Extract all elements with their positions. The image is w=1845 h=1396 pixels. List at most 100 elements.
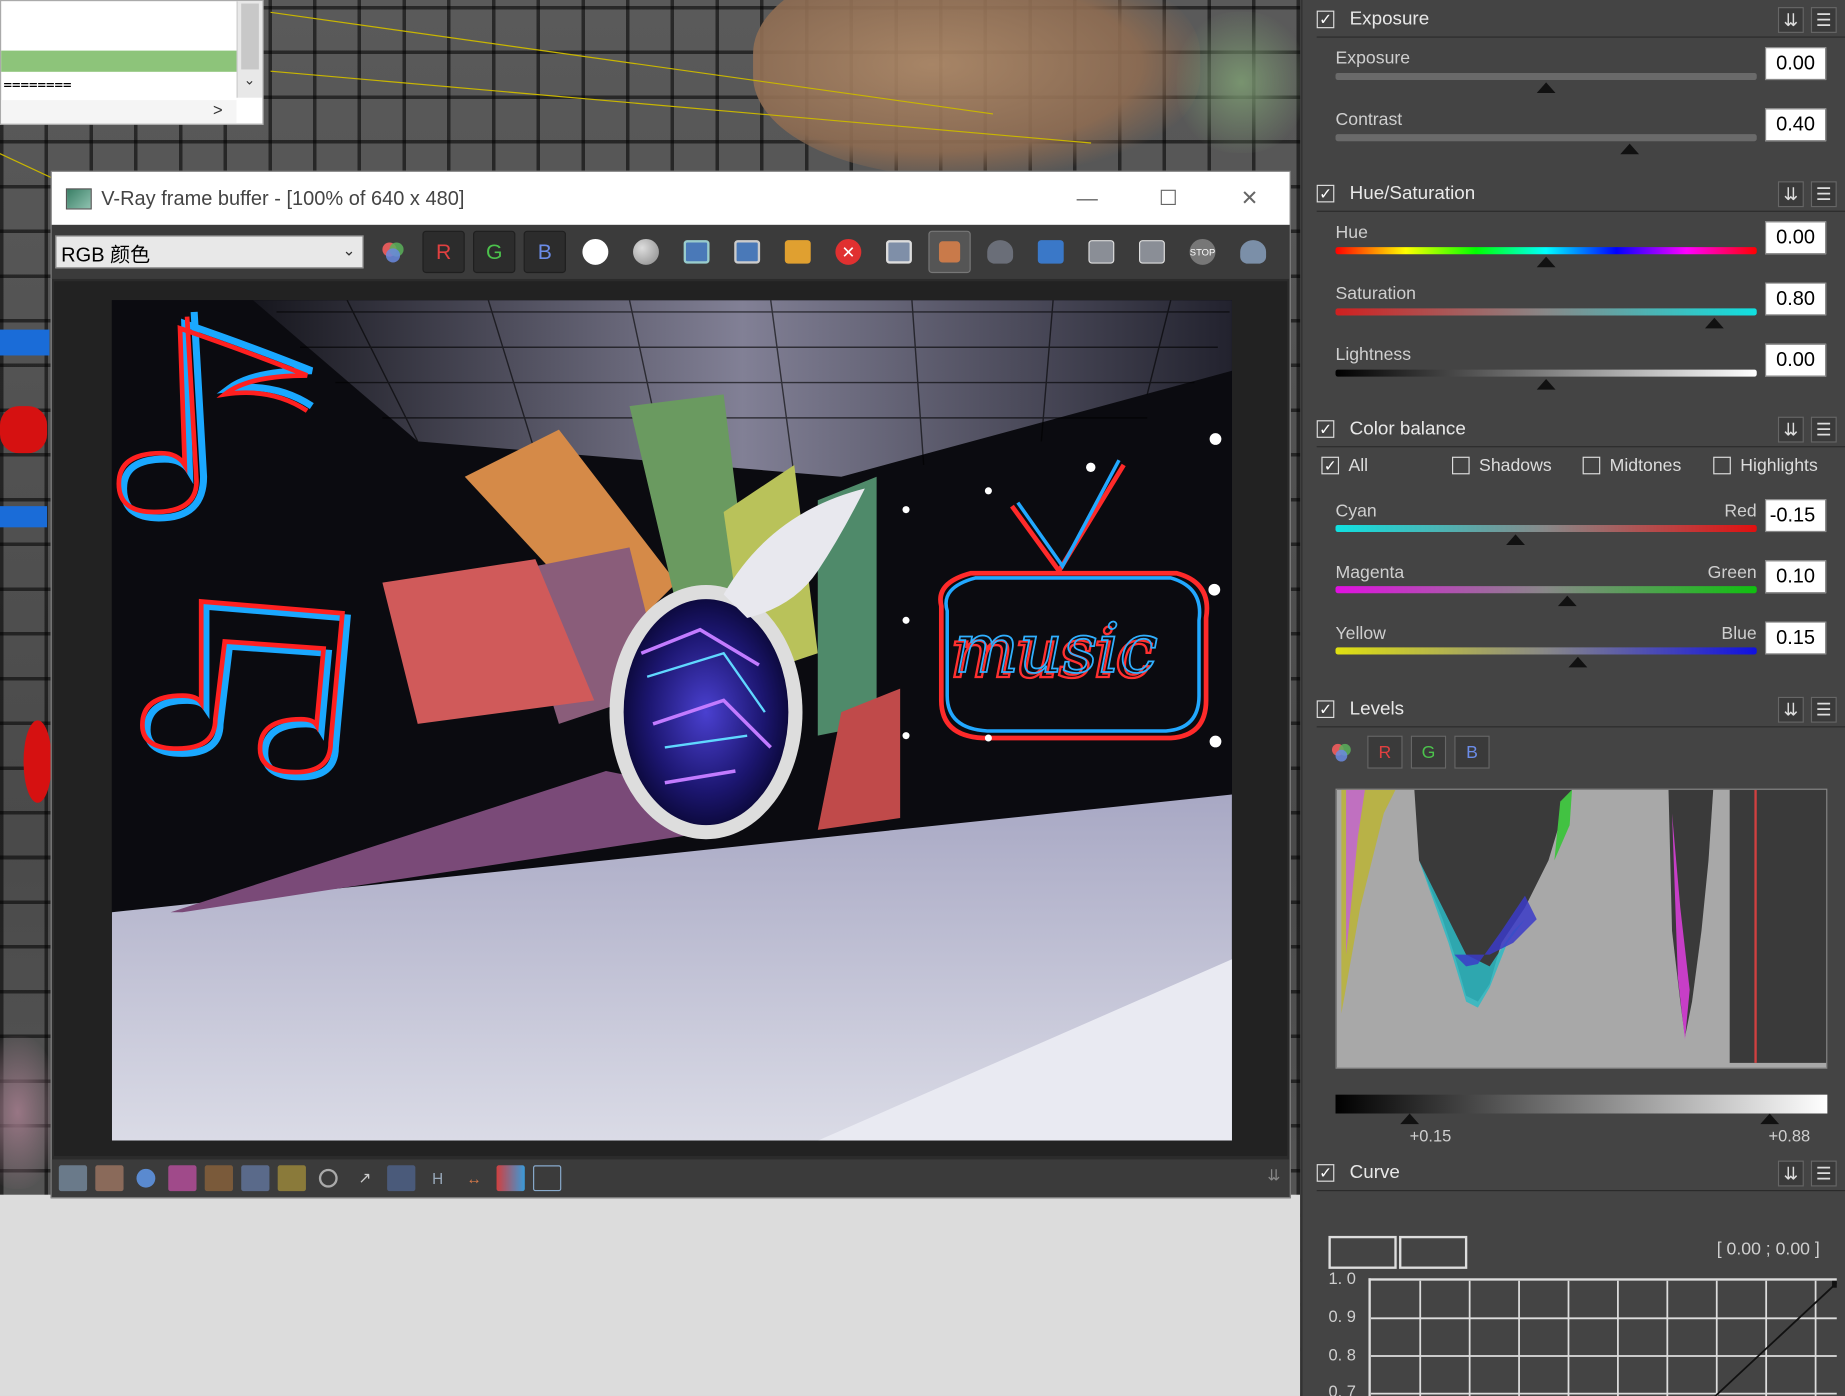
lightness-value[interactable]: 0.00: [1764, 343, 1827, 377]
midtones-option[interactable]: Midtones: [1582, 456, 1681, 476]
expand-icon[interactable]: ⇊: [1267, 1166, 1280, 1185]
stop-render-button[interactable]: STOP: [1181, 231, 1223, 273]
midtones-checkbox[interactable]: [1582, 456, 1601, 475]
hue-slider-handle[interactable]: [1536, 256, 1556, 268]
collapse-icon[interactable]: ⇊: [1777, 6, 1804, 33]
hsl-button[interactable]: [168, 1165, 197, 1192]
hue-slider[interactable]: [1335, 247, 1757, 255]
yellow-blue-slider[interactable]: [1335, 647, 1757, 655]
curve-input-a[interactable]: [1328, 1235, 1397, 1269]
saturation-value[interactable]: 0.80: [1764, 282, 1827, 316]
exposure-slider-handle[interactable]: [1536, 82, 1556, 93]
lut-button[interactable]: [387, 1165, 416, 1192]
exposure-section-header[interactable]: Exposure ⇊ ☰: [1316, 2, 1845, 38]
blue-channel-button[interactable]: B: [523, 230, 566, 274]
save-all-button[interactable]: [726, 231, 768, 273]
levels-r-button[interactable]: R: [1367, 735, 1403, 769]
saturation-slider[interactable]: [1335, 308, 1757, 316]
magenta-green-slider[interactable]: [1335, 586, 1757, 594]
yellow-blue-value[interactable]: 0.15: [1764, 621, 1827, 655]
levels-rgb-button[interactable]: [1324, 736, 1359, 769]
hue-saturation-checkbox[interactable]: [1316, 184, 1335, 203]
alpha-white-button[interactable]: [574, 231, 616, 273]
info-button[interactable]: [132, 1165, 160, 1191]
channel-select[interactable]: RGB 颜色 ⌄: [55, 235, 364, 269]
all-checkbox[interactable]: [1321, 456, 1340, 475]
collapse-icon[interactable]: ⇊: [1777, 696, 1804, 723]
levels-low-handle[interactable]: [1400, 1113, 1420, 1125]
scroll-down-icon[interactable]: ⌄: [244, 72, 256, 88]
ab-vertical-button[interactable]: [1131, 231, 1173, 273]
exposure-slider[interactable]: [1335, 72, 1757, 81]
yellow-blue-slider-handle[interactable]: [1568, 656, 1588, 668]
render-history-button[interactable]: [95, 1165, 124, 1192]
cyan-red-value[interactable]: -0.15: [1764, 499, 1827, 533]
levels-histogram[interactable]: [1335, 788, 1828, 1069]
scrollbar-thumb[interactable]: [241, 3, 259, 70]
track-mouse-button[interactable]: [928, 230, 971, 274]
maximize-button[interactable]: ☐: [1130, 172, 1208, 225]
curve-input-b[interactable]: [1399, 1235, 1468, 1269]
minimize-button[interactable]: —: [1048, 172, 1126, 225]
selected-row[interactable]: [1, 50, 237, 72]
render-area[interactable]: music music: [54, 281, 1288, 1156]
ab-horizontal-button[interactable]: [1080, 231, 1122, 273]
lens-button[interactable]: [314, 1165, 342, 1191]
exposure-value[interactable]: 0.00: [1764, 47, 1827, 81]
magenta-green-value[interactable]: 0.10: [1764, 560, 1827, 594]
h-button[interactable]: H: [424, 1165, 452, 1191]
mini-list-window[interactable]: ======== ⌄ >: [0, 0, 264, 125]
menu-icon[interactable]: ☰: [1810, 1159, 1837, 1186]
menu-icon[interactable]: ☰: [1810, 180, 1837, 207]
histogram-button[interactable]: [241, 1165, 270, 1192]
stretch-button[interactable]: ↔: [460, 1165, 488, 1191]
scroll-right-icon[interactable]: >: [213, 100, 223, 119]
all-option[interactable]: All: [1321, 456, 1368, 476]
red-channel-button[interactable]: R: [422, 230, 465, 274]
color-balance-checkbox[interactable]: [1316, 420, 1335, 438]
contrast-slider-handle[interactable]: [1620, 143, 1640, 155]
levels-toggle-button[interactable]: [204, 1165, 233, 1192]
levels-input-gradient[interactable]: [1335, 1094, 1828, 1114]
green-channel-button[interactable]: G: [473, 230, 516, 274]
horizontal-scrollbar[interactable]: [1, 100, 237, 124]
mono-button[interactable]: [625, 231, 667, 273]
title-bar[interactable]: V-Ray frame buffer - [100% of 640 x 480]…: [51, 171, 1290, 225]
color-balance-section-header[interactable]: Color balance ⇊ ☰: [1316, 412, 1845, 448]
cyan-red-slider[interactable]: [1335, 524, 1757, 533]
compare-ab-button[interactable]: [1030, 231, 1072, 273]
levels-section-header[interactable]: Levels ⇊ ☰: [1316, 692, 1845, 728]
display-settings-button[interactable]: [58, 1165, 88, 1192]
collapse-icon[interactable]: ⇊: [1777, 416, 1804, 442]
highlights-checkbox[interactable]: [1713, 456, 1731, 475]
levels-checkbox[interactable]: [1316, 700, 1335, 719]
collapse-icon[interactable]: ⇊: [1777, 180, 1804, 207]
save-image-button[interactable]: [675, 231, 717, 273]
levels-high-handle[interactable]: [1760, 1113, 1780, 1125]
cyan-red-slider-handle[interactable]: [1506, 534, 1525, 545]
stereo-button[interactable]: [496, 1165, 525, 1192]
vertical-scrollbar[interactable]: ⌄: [236, 1, 263, 98]
lightness-slider[interactable]: [1335, 369, 1757, 377]
curve-checkbox[interactable]: [1316, 1164, 1335, 1182]
clear-image-button[interactable]: ✕: [827, 231, 869, 273]
load-image-button[interactable]: [777, 231, 819, 273]
contrast-slider[interactable]: [1335, 134, 1757, 142]
contrast-value[interactable]: 0.40: [1764, 108, 1827, 142]
collapse-icon[interactable]: ⇊: [1777, 1159, 1804, 1186]
hue-saturation-section-header[interactable]: Hue/Saturation ⇊ ☰: [1316, 177, 1845, 212]
vray-frame-buffer-window[interactable]: V-Ray frame buffer - [100% of 640 x 480]…: [50, 170, 1291, 1199]
region-render-button[interactable]: [878, 231, 920, 273]
menu-icon[interactable]: ☰: [1810, 696, 1837, 723]
exposure-curve-button[interactable]: ↗: [351, 1165, 379, 1191]
magenta-green-slider-handle[interactable]: [1557, 595, 1577, 607]
levels-b-button[interactable]: B: [1454, 735, 1490, 769]
render-button[interactable]: [1232, 231, 1274, 273]
shadows-option[interactable]: Shadows: [1451, 456, 1552, 476]
exposure-checkbox[interactable]: [1316, 10, 1335, 29]
menu-icon[interactable]: ☰: [1810, 6, 1837, 33]
curve-graph[interactable]: [1368, 1278, 1837, 1396]
hue-value[interactable]: 0.00: [1764, 221, 1827, 255]
lightness-slider-handle[interactable]: [1536, 379, 1556, 390]
grid-button[interactable]: [533, 1165, 562, 1192]
